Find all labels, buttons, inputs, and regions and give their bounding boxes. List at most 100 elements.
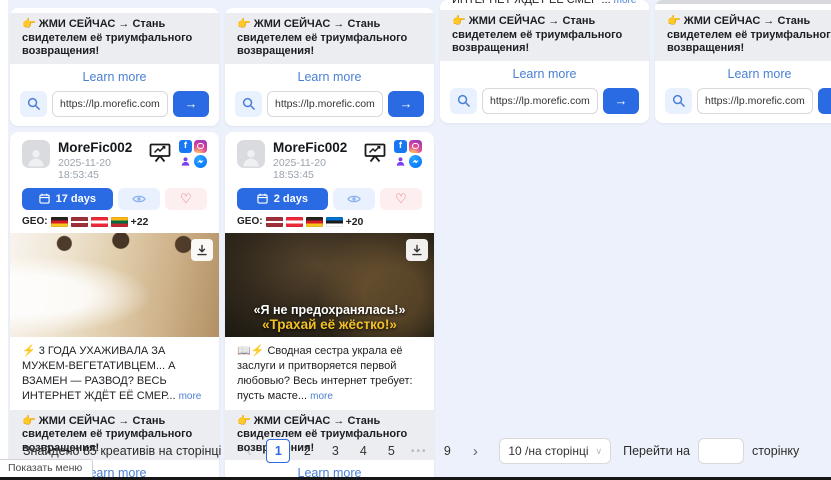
- preview-eye-button[interactable]: [118, 188, 160, 210]
- column-2: 👉 ЖМИ СЕЙЧАС → Стань свидетелем её триум…: [225, 0, 434, 480]
- preview-eye-button[interactable]: [333, 188, 375, 210]
- presentation-board-icon[interactable]: [148, 141, 172, 169]
- clipped-image-sliver: [655, 0, 831, 4]
- url-row: →: [440, 85, 649, 123]
- ad-body-text: 📖⚡ Сводная сестра украла её заслуги и пр…: [225, 337, 434, 410]
- days-active-button[interactable]: 2 days: [237, 188, 328, 210]
- url-row: →: [655, 85, 831, 123]
- results-count-text: Знайдено 85 креативів на сторінці: [23, 444, 221, 458]
- more-link[interactable]: more: [614, 0, 637, 6]
- image-caption-line1: «Я не предохранялась!»: [225, 303, 434, 317]
- more-link[interactable]: more: [179, 391, 202, 402]
- open-url-button[interactable]: →: [173, 91, 209, 117]
- top-ad-card: 👉 ЖМИ СЕЙЧАС → Стань свидетелем её триум…: [10, 8, 219, 126]
- learn-more-link[interactable]: Learn more: [655, 61, 831, 85]
- geo-flags: [51, 217, 128, 227]
- facebook-glyph: f: [184, 141, 187, 151]
- days-active-button[interactable]: 17 days: [22, 188, 113, 210]
- ad-card-header: MoreFic002 2025-11-20 18:53:45 f: [10, 132, 219, 185]
- ad-card: MoreFic002 2025-11-20 18:53:45 f: [225, 132, 434, 480]
- page-number-3[interactable]: 3: [324, 439, 346, 463]
- page-number-1[interactable]: 1: [266, 439, 290, 463]
- show-menu-button[interactable]: Показать меню: [0, 459, 93, 477]
- page-number-5[interactable]: 5: [380, 439, 402, 463]
- ad-actions: 2 days ♡: [225, 185, 434, 210]
- goto-page-input[interactable]: [698, 438, 744, 464]
- column-3: ИНТЕРНЕТ ЖДЁТ ЕЁ СМЕР ...more 👉 ЖМИ СЕЙЧ…: [440, 0, 649, 480]
- geo-label: GEO:: [237, 216, 263, 227]
- left-edge-strip: [0, 0, 8, 480]
- favorite-heart-button[interactable]: ♡: [165, 188, 207, 210]
- url-input[interactable]: [267, 91, 383, 117]
- arrow-right-icon: →: [400, 96, 413, 111]
- flag-lv-icon: [71, 217, 88, 227]
- messenger-icon[interactable]: [194, 155, 207, 168]
- learn-more-link[interactable]: Learn more: [440, 61, 649, 85]
- messenger-icon[interactable]: [409, 155, 422, 168]
- ad-quote-bar: 👉 ЖМИ СЕЙЧАС → Стань свидетелем её триум…: [10, 13, 219, 64]
- instagram-icon[interactable]: [194, 140, 207, 153]
- pagination-ellipsis[interactable]: •••: [408, 439, 430, 463]
- presentation-board-icon[interactable]: [363, 141, 387, 169]
- search-icon[interactable]: [20, 91, 47, 117]
- url-input[interactable]: [482, 88, 598, 114]
- download-image-button[interactable]: [406, 239, 428, 261]
- ad-quote-bar: 👉 ЖМИ СЕЙЧАС → Стань свидетелем её триум…: [225, 13, 434, 64]
- account-name: MoreFic002: [58, 140, 148, 155]
- favorite-heart-button[interactable]: ♡: [380, 188, 422, 210]
- next-page-button[interactable]: ›: [464, 439, 486, 463]
- ad-quote-bar: 👉 ЖМИ СЕЙЧАС → Стань свидетелем её триум…: [440, 10, 649, 61]
- search-icon[interactable]: [450, 88, 477, 114]
- arrow-right-icon: →: [615, 93, 628, 108]
- social-icons: f: [179, 140, 207, 168]
- column-1: 👉 ЖМИ СЕЙЧАС → Стань свидетелем её триум…: [10, 0, 219, 480]
- pagination-bar: Знайдено 85 креативів на сторінці ‹ 1 2 …: [10, 438, 831, 464]
- learn-more-link[interactable]: Learn more: [10, 64, 219, 88]
- account-info: MoreFic002 2025-11-20 18:53:45: [58, 140, 148, 181]
- goto-page-suffix: сторінку: [752, 444, 799, 458]
- prev-page-button[interactable]: ‹: [238, 439, 260, 463]
- heart-icon: ♡: [395, 192, 407, 205]
- ad-datetime: 2025-11-20 18:53:45: [273, 157, 363, 181]
- top-ad-card: 👉 ЖМИ СЕЙЧАС → Стань свидетелем её триум…: [655, 0, 831, 123]
- search-icon[interactable]: [665, 88, 692, 114]
- open-url-button[interactable]: →: [388, 91, 424, 117]
- page-number-2[interactable]: 2: [296, 439, 318, 463]
- search-icon[interactable]: [235, 91, 262, 117]
- goto-page-label: Перейти на: [623, 444, 690, 458]
- account-name: MoreFic002: [273, 140, 363, 155]
- days-active-label: 17 days: [56, 193, 96, 205]
- open-url-button[interactable]: →: [818, 88, 831, 114]
- social-icons: f: [394, 140, 422, 168]
- page-size-value: 10 /на сторінці: [508, 444, 588, 458]
- page-number-4[interactable]: 4: [352, 439, 374, 463]
- instagram-icon[interactable]: [409, 140, 422, 153]
- ad-creative-image: «Я не предохранялась!» «Трахай её жёстко…: [225, 233, 434, 337]
- page-number-9[interactable]: 9: [436, 439, 458, 463]
- flag-lt-icon: [111, 217, 128, 227]
- url-input[interactable]: [52, 91, 168, 117]
- ad-creative-image: [10, 233, 219, 337]
- learn-more-link[interactable]: Learn more: [225, 64, 434, 88]
- geo-flags: [266, 217, 343, 227]
- facebook-icon[interactable]: f: [179, 140, 192, 153]
- facebook-icon[interactable]: f: [394, 140, 407, 153]
- chat-person-icon[interactable]: [179, 155, 192, 168]
- page-size-select[interactable]: 10 /на сторінці ∨: [499, 438, 611, 464]
- days-active-label: 2 days: [274, 193, 308, 205]
- more-link[interactable]: more: [310, 391, 333, 402]
- ad-quote-bar: 👉 ЖМИ СЕЙЧАС → Стань свидетелем её триум…: [655, 10, 831, 61]
- open-url-button[interactable]: →: [603, 88, 639, 114]
- url-input[interactable]: [697, 88, 813, 114]
- download-image-button[interactable]: [191, 239, 213, 261]
- chat-person-icon[interactable]: [394, 155, 407, 168]
- facebook-glyph: f: [399, 141, 402, 151]
- column-4: 👉 ЖМИ СЕЙЧАС → Стань свидетелем её триум…: [655, 0, 831, 480]
- geo-more-count: +20: [346, 216, 364, 228]
- flag-at-icon: [91, 217, 108, 227]
- clipped-ad-text-content: ИНТЕРНЕТ ЖДЁТ ЕЁ СМЕР ...: [452, 0, 611, 6]
- top-ad-card: 👉 ЖМИ СЕЙЧАС → Стань свидетелем её триум…: [225, 8, 434, 126]
- chevron-down-icon: ∨: [596, 446, 603, 457]
- clipped-ad-text: ИНТЕРНЕТ ЖДЁТ ЕЁ СМЕР ...more: [440, 0, 649, 10]
- creatives-grid: 👉 ЖМИ СЕЙЧАС → Стань свидетелем её триум…: [10, 0, 831, 480]
